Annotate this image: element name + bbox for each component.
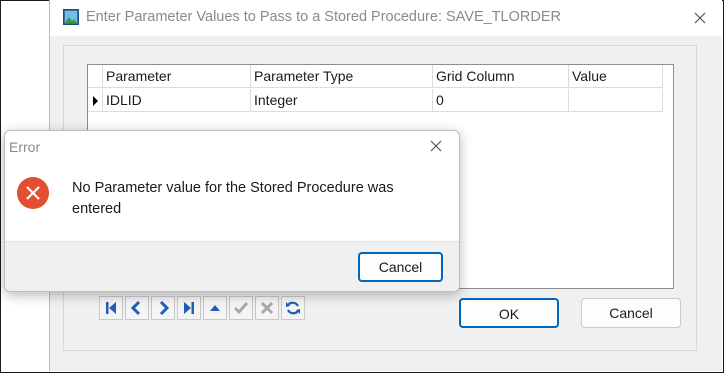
cell-value[interactable] bbox=[569, 89, 663, 112]
cell-parameter[interactable]: IDLID bbox=[103, 89, 251, 112]
cell-parameter-type[interactable]: Integer bbox=[251, 89, 433, 112]
column-header-parameter-type[interactable]: Parameter Type bbox=[251, 65, 433, 88]
title-bar: Enter Parameter Values to Pass to a Stor… bbox=[50, 0, 722, 36]
cancel-x-icon[interactable] bbox=[255, 296, 279, 320]
error-dialog: Error No Parameter value for the Stored … bbox=[4, 130, 460, 292]
error-footer: Cancel bbox=[5, 241, 459, 291]
cancel-button[interactable]: Cancel bbox=[581, 298, 681, 328]
error-message: No Parameter value for the Stored Proced… bbox=[72, 180, 394, 217]
column-header-grid-column[interactable]: Grid Column bbox=[433, 65, 569, 88]
prior-record-icon[interactable] bbox=[125, 296, 149, 320]
table-row[interactable]: IDLID Integer 0 bbox=[88, 89, 663, 113]
error-body: No Parameter value for the Stored Proced… bbox=[5, 162, 459, 241]
close-icon[interactable] bbox=[688, 6, 712, 30]
error-dialog-title: Error bbox=[9, 139, 41, 155]
app-icon bbox=[63, 9, 79, 25]
post-check-icon[interactable] bbox=[229, 296, 253, 320]
refresh-icon[interactable] bbox=[281, 296, 305, 320]
close-icon[interactable] bbox=[423, 135, 449, 159]
current-row-arrow-icon bbox=[93, 96, 98, 106]
row-indicator-cell bbox=[88, 89, 103, 112]
last-record-icon[interactable] bbox=[177, 296, 201, 320]
column-header-value[interactable]: Value bbox=[569, 65, 663, 88]
column-header-parameter[interactable]: Parameter bbox=[103, 65, 251, 88]
error-icon bbox=[17, 177, 49, 209]
header-indicator-cell bbox=[88, 65, 103, 88]
first-record-icon[interactable] bbox=[99, 296, 123, 320]
grid-header-row: Parameter Parameter Type Grid Column Val… bbox=[88, 65, 663, 89]
cell-grid-column[interactable]: 0 bbox=[433, 89, 569, 112]
ok-button[interactable]: OK bbox=[459, 298, 559, 328]
next-record-icon[interactable] bbox=[151, 296, 175, 320]
edit-icon[interactable] bbox=[203, 296, 227, 320]
error-cancel-button[interactable]: Cancel bbox=[358, 252, 443, 282]
dialog-title: Enter Parameter Values to Pass to a Stor… bbox=[86, 9, 561, 25]
